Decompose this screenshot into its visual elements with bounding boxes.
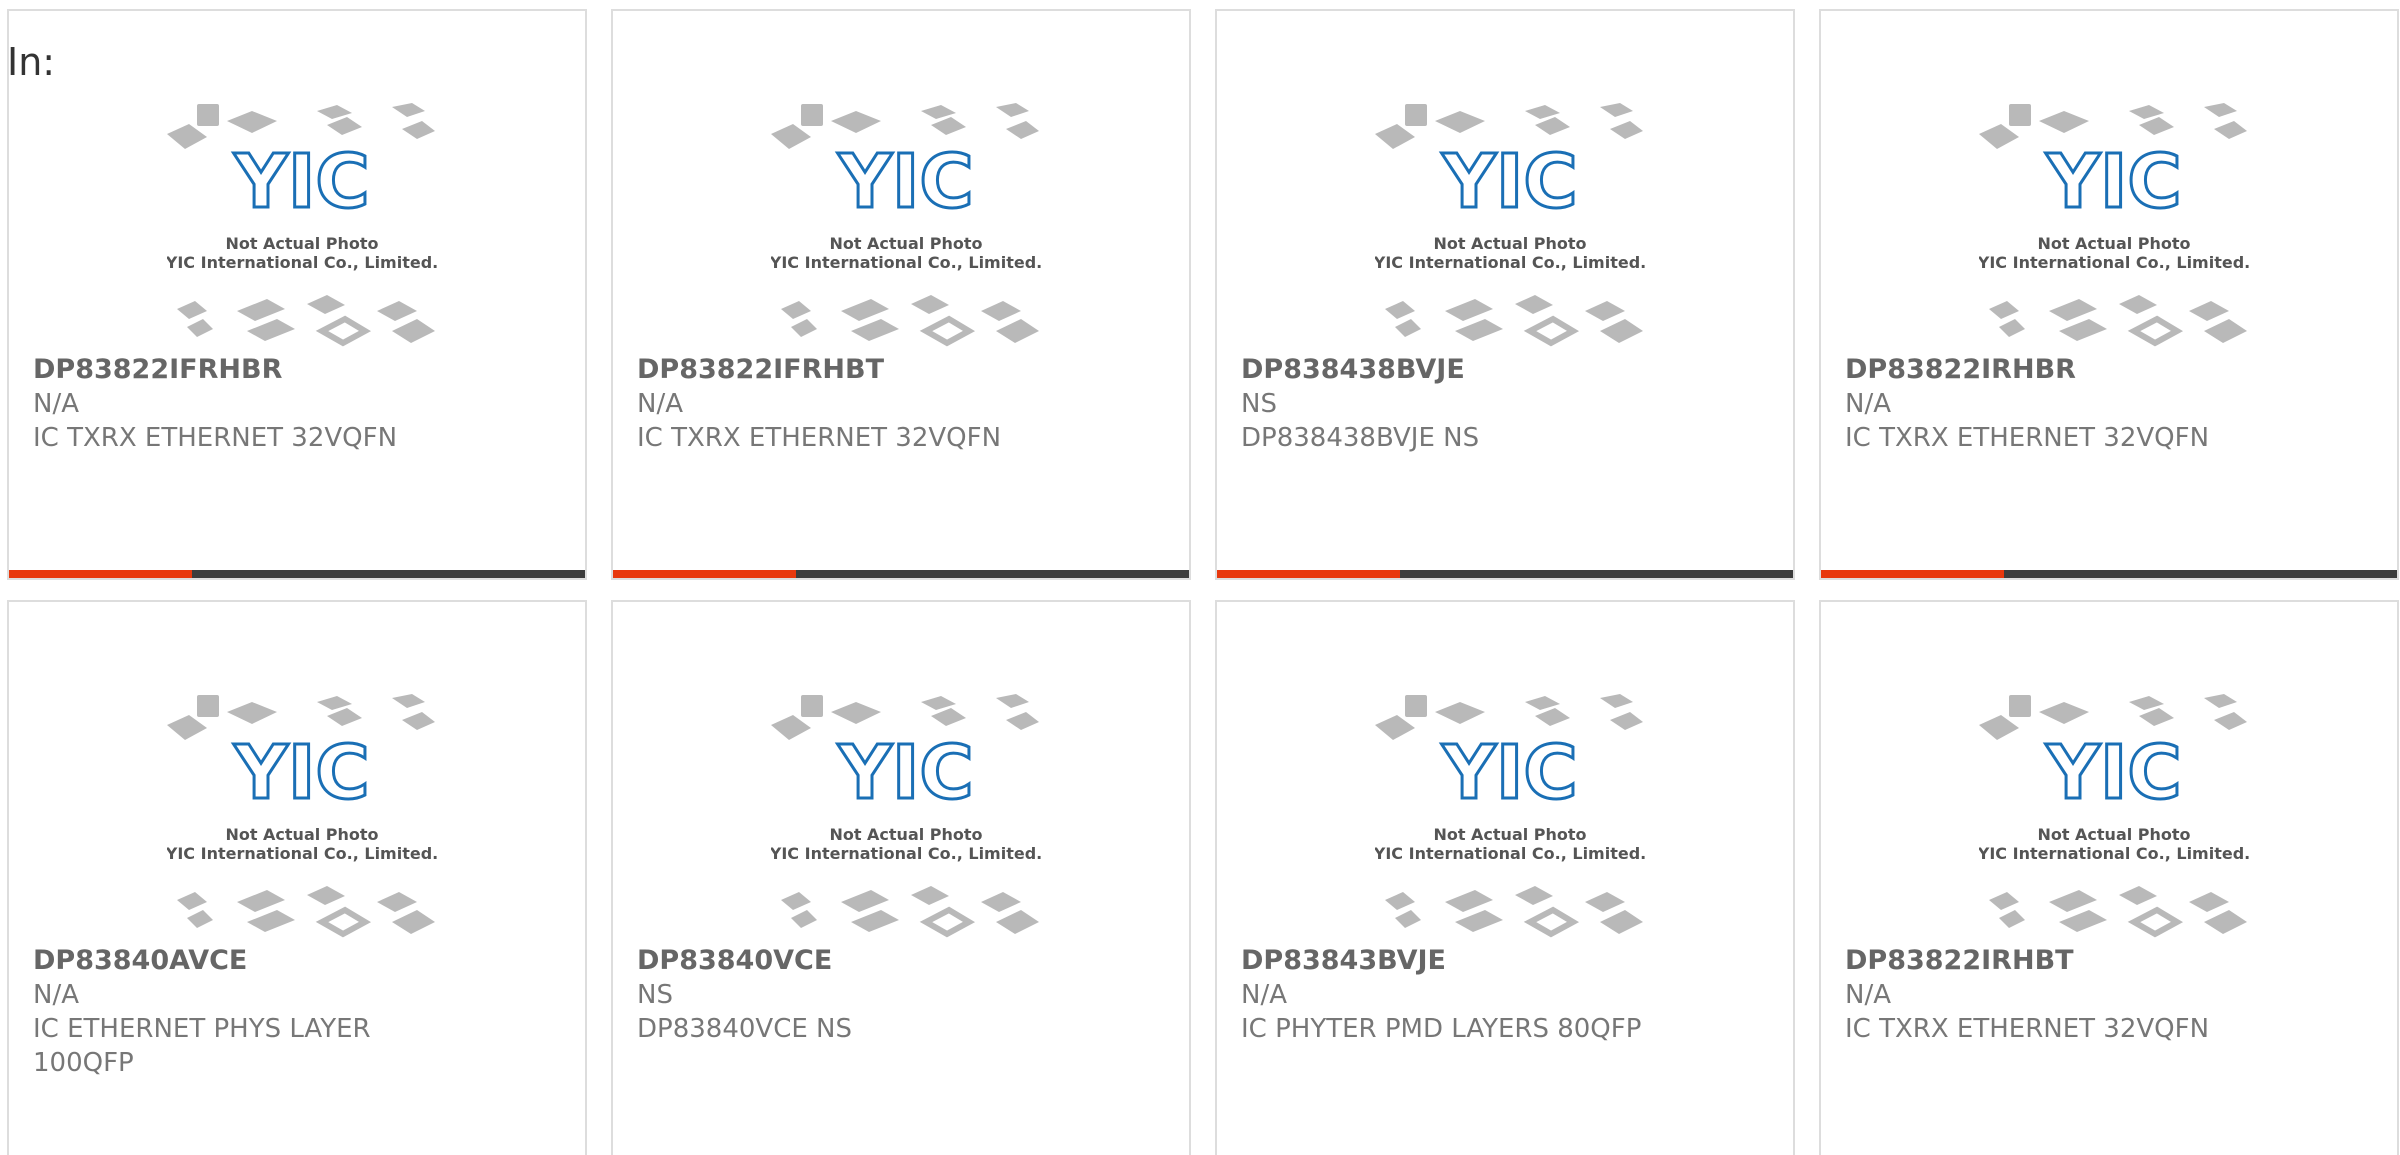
- yic-logo-icon: YIC: [2045, 730, 2181, 816]
- product-placeholder-image: YIC Not Actual Photo YIC International C…: [1375, 694, 1645, 938]
- svg-text:YIC International Co., Limited: YIC International Co., Limited.: [771, 844, 1041, 863]
- product-card[interactable]: YIC Not Actual Photo YIC International C…: [1819, 9, 2399, 580]
- product-info: DP83822IRHBT N/A IC TXRX ETHERNET 32VQFN: [1845, 944, 2373, 1046]
- product-info: DP83822IFRHBR N/A IC TXRX ETHERNET 32VQF…: [33, 353, 561, 455]
- svg-text:YIC International Co., Limited: YIC International Co., Limited.: [1979, 253, 2249, 272]
- manufacturer: NS: [637, 980, 673, 1010]
- product-placeholder-image: YIC Not Actual Photo YIC International C…: [771, 694, 1041, 938]
- description: IC TXRX ETHERNET 32VQFN: [637, 423, 1002, 453]
- manufacturer: N/A: [637, 389, 683, 419]
- product-placeholder-image: YIC Not Actual Photo YIC International C…: [167, 103, 437, 347]
- product-grid: YIC Not Actual Photo YIC International C…: [7, 9, 2400, 1155]
- filter-label: In:: [7, 40, 56, 84]
- product-info: DP838438BVJE NS DP838438BVJE NS: [1241, 353, 1769, 455]
- svg-text:YIC International Co., Limited: YIC International Co., Limited.: [771, 253, 1041, 272]
- product-info: DP83822IFRHBT N/A IC TXRX ETHERNET 32VQF…: [637, 353, 1165, 455]
- svg-text:YIC International Co., Limited: YIC International Co., Limited.: [1979, 844, 2249, 863]
- card-bottom-bar: [1217, 570, 1793, 578]
- product-placeholder-image: YIC Not Actual Photo YIC International C…: [1979, 103, 2249, 347]
- product-placeholder-image: YIC Not Actual Photo YIC International C…: [1979, 694, 2249, 938]
- yic-logo-icon: YIC: [2045, 139, 2181, 225]
- svg-text:Not Actual Photo: Not Actual Photo: [829, 234, 982, 253]
- description: IC ETHERNET PHYS LAYER 100QFP: [33, 1014, 371, 1078]
- product-card[interactable]: YIC Not Actual Photo YIC International C…: [1215, 600, 1795, 1155]
- product-card[interactable]: YIC Not Actual Photo YIC International C…: [1819, 600, 2399, 1155]
- card-accent-bar: [9, 570, 192, 578]
- svg-text:Not Actual Photo: Not Actual Photo: [1433, 234, 1586, 253]
- description: IC TXRX ETHERNET 32VQFN: [33, 423, 398, 453]
- part-number[interactable]: DP83822IRHBT: [1845, 944, 2373, 978]
- product-info: DP83840VCE NS DP83840VCE NS: [637, 944, 1165, 1046]
- yic-logo-icon: YIC: [1441, 730, 1577, 816]
- product-info: DP83843BVJE N/A IC PHYTER PMD LAYERS 80Q…: [1241, 944, 1769, 1046]
- product-placeholder-image: YIC Not Actual Photo YIC International C…: [771, 103, 1041, 347]
- yic-logo-icon: YIC: [837, 730, 973, 816]
- manufacturer: N/A: [1845, 389, 1891, 419]
- card-bottom-bar: [613, 570, 1189, 578]
- manufacturer: N/A: [1845, 980, 1891, 1010]
- part-number[interactable]: DP83822IFRHBT: [637, 353, 1165, 387]
- card-accent-bar: [613, 570, 796, 578]
- product-card[interactable]: YIC Not Actual Photo YIC International C…: [1215, 9, 1795, 580]
- product-placeholder-image: YIC Not Actual Photo YIC International C…: [167, 694, 437, 938]
- svg-text:YIC International Co., Limited: YIC International Co., Limited.: [1375, 844, 1645, 863]
- part-number[interactable]: DP83840VCE: [637, 944, 1165, 978]
- card-accent-bar: [1821, 570, 2004, 578]
- description: DP838438BVJE NS: [1241, 423, 1480, 453]
- part-number[interactable]: DP83840AVCE: [33, 944, 561, 978]
- product-card[interactable]: YIC Not Actual Photo YIC International C…: [611, 600, 1191, 1155]
- description: DP83840VCE NS: [637, 1014, 852, 1044]
- yic-logo-icon: YIC: [233, 730, 369, 816]
- yic-logo-icon: YIC: [233, 139, 369, 225]
- product-card[interactable]: YIC Not Actual Photo YIC International C…: [7, 9, 587, 580]
- yic-logo-icon: YIC: [837, 139, 973, 225]
- manufacturer: N/A: [33, 389, 79, 419]
- card-bottom-bar: [1821, 570, 2397, 578]
- page: In: YIC Not Actual Photo YIC Internation…: [0, 0, 2400, 1155]
- svg-text:Not Actual Photo: Not Actual Photo: [2037, 234, 2190, 253]
- part-number[interactable]: DP83822IFRHBR: [33, 353, 561, 387]
- card-accent-bar: [1217, 570, 1400, 578]
- product-card[interactable]: YIC Not Actual Photo YIC International C…: [7, 600, 587, 1155]
- product-placeholder-image: YIC Not Actual Photo YIC International C…: [1375, 103, 1645, 347]
- manufacturer: N/A: [33, 980, 79, 1010]
- manufacturer: N/A: [1241, 980, 1287, 1010]
- svg-text:Not Actual Photo: Not Actual Photo: [225, 234, 378, 253]
- description: IC TXRX ETHERNET 32VQFN: [1845, 1014, 2210, 1044]
- manufacturer: NS: [1241, 389, 1277, 419]
- yic-logo-icon: YIC: [1441, 139, 1577, 225]
- part-number[interactable]: DP83843BVJE: [1241, 944, 1769, 978]
- product-info: DP83822IRHBR N/A IC TXRX ETHERNET 32VQFN: [1845, 353, 2373, 455]
- svg-text:Not Actual Photo: Not Actual Photo: [829, 825, 982, 844]
- description: IC PHYTER PMD LAYERS 80QFP: [1241, 1014, 1642, 1044]
- svg-text:Not Actual Photo: Not Actual Photo: [2037, 825, 2190, 844]
- svg-text:Not Actual Photo: Not Actual Photo: [225, 825, 378, 844]
- product-info: DP83840AVCE N/A IC ETHERNET PHYS LAYER 1…: [33, 944, 561, 1080]
- svg-text:YIC International Co., Limited: YIC International Co., Limited.: [1375, 253, 1645, 272]
- description: IC TXRX ETHERNET 32VQFN: [1845, 423, 2210, 453]
- svg-text:YIC International Co., Limited: YIC International Co., Limited.: [167, 844, 437, 863]
- part-number[interactable]: DP838438BVJE: [1241, 353, 1769, 387]
- card-bottom-bar: [9, 570, 585, 578]
- svg-text:Not Actual Photo: Not Actual Photo: [1433, 825, 1586, 844]
- product-card[interactable]: YIC Not Actual Photo YIC International C…: [611, 9, 1191, 580]
- part-number[interactable]: DP83822IRHBR: [1845, 353, 2373, 387]
- svg-text:YIC International Co., Limited: YIC International Co., Limited.: [167, 253, 437, 272]
